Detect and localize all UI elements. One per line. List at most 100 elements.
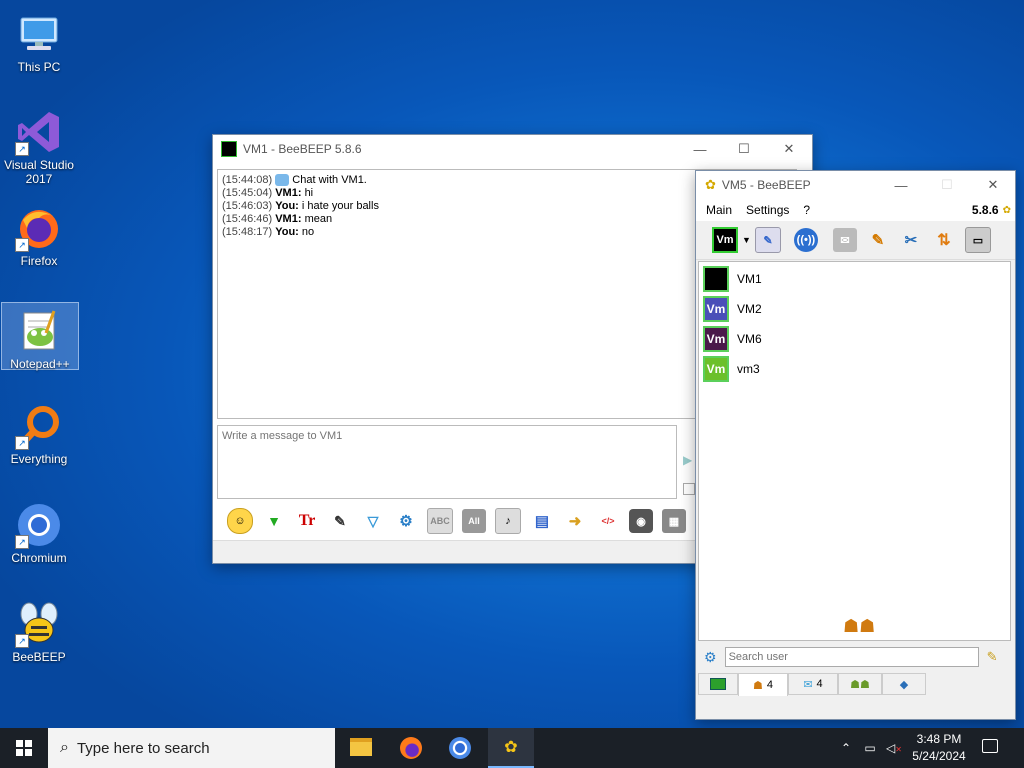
emoticon-icon[interactable]: ☺ bbox=[227, 508, 253, 534]
status-avatar[interactable]: Vm bbox=[712, 227, 738, 253]
chevron-down-icon[interactable]: ▼ bbox=[742, 235, 751, 245]
taskbar-beebeep[interactable]: ✿ bbox=[488, 728, 534, 768]
desktop-icon-this-pc[interactable]: This PC bbox=[1, 6, 77, 74]
close-button[interactable]: ✕ bbox=[970, 171, 1016, 199]
webcam-icon[interactable]: ◉ bbox=[629, 509, 653, 533]
gear-icon[interactable]: ⚙ bbox=[704, 649, 717, 666]
message-icon[interactable]: ✉ bbox=[832, 228, 857, 252]
list-item-vm1[interactable]: VM1 bbox=[699, 264, 1010, 294]
maximize-button[interactable]: ☐ bbox=[924, 171, 970, 199]
shortcut-arrow-icon: ↗ bbox=[15, 535, 29, 549]
version-label: 5.8.6 bbox=[971, 203, 999, 217]
color-icon[interactable]: ✎ bbox=[328, 509, 352, 533]
enter-sends-checkbox[interactable] bbox=[683, 483, 695, 495]
message-time: (15:46:46) bbox=[222, 213, 273, 225]
write-icon[interactable]: ✎ bbox=[866, 228, 890, 252]
main-window-titlebar[interactable]: ✿ VM5 - BeeBEEP — ☐ ✕ bbox=[696, 171, 1015, 199]
tab-users[interactable]: ☗ 4 bbox=[738, 673, 788, 696]
taskbar-file-explorer[interactable] bbox=[350, 738, 372, 756]
groups-icon: ☗☗ bbox=[850, 678, 870, 691]
html-icon[interactable]: </> bbox=[596, 509, 620, 533]
menu-settings[interactable]: Settings bbox=[746, 203, 789, 217]
notepad-plus-plus-icon bbox=[16, 307, 64, 355]
user-name: vm3 bbox=[737, 362, 760, 376]
hide-panel-icon[interactable]: ▼ bbox=[262, 509, 286, 533]
send-folder-icon[interactable]: ➜ bbox=[563, 509, 587, 533]
taskbar-chromium[interactable] bbox=[449, 737, 471, 759]
menu-help[interactable]: ? bbox=[803, 203, 810, 217]
desktop-icon-everything[interactable]: ↗ Everything bbox=[1, 398, 77, 466]
desktop-icon-label: This PC bbox=[17, 60, 61, 74]
update-icon[interactable]: ⇅ bbox=[932, 228, 956, 252]
network-tray-icon[interactable]: ▭ bbox=[862, 740, 878, 756]
desktop-icon-label: Chromium bbox=[11, 551, 67, 565]
clear-chat-icon[interactable]: ▦ bbox=[662, 509, 686, 533]
clock[interactable]: 3:48 PM 5/24/2024 bbox=[905, 731, 973, 765]
bee-small-icon: ✿ bbox=[1002, 204, 1011, 216]
message-input[interactable] bbox=[217, 425, 677, 499]
user-name: VM1 bbox=[737, 272, 762, 286]
chevron-up-icon[interactable]: ⌃ bbox=[838, 740, 854, 756]
desktop-icon-label: Firefox bbox=[20, 254, 58, 268]
firefox-icon: ↗ bbox=[15, 204, 63, 252]
users-group-icon: ☗☗ bbox=[843, 616, 876, 636]
message-text: i hate your balls bbox=[301, 200, 379, 212]
chat-window-titlebar[interactable]: VM1 - BeeBEEP 5.8.6 — ☐ ✕ bbox=[213, 135, 812, 163]
desktop-icon-notepad-plus-plus[interactable]: Notepad++ bbox=[1, 302, 79, 371]
chat-toolbar: ☺ ▼ Tr ✎ ▽ ⚙ ABC All ♪ ▤ ➜ </> ◉ ▦ bbox=[227, 508, 695, 534]
network-icon[interactable]: ((•)) bbox=[793, 228, 818, 252]
settings-gear-icon[interactable]: ⚙ bbox=[394, 509, 418, 533]
avatar: Vm bbox=[703, 326, 729, 352]
clear-search-icon[interactable]: ✎ bbox=[987, 649, 998, 665]
save-chat-icon[interactable]: All bbox=[462, 509, 486, 533]
list-item-vm6[interactable]: Vm VM6 bbox=[699, 324, 1010, 354]
taskbar-search-box[interactable]: ⌕ Type here to search bbox=[48, 728, 335, 768]
desktop-icon-firefox[interactable]: ↗ Firefox bbox=[1, 200, 77, 268]
spellcheck-icon[interactable]: ABC bbox=[427, 508, 453, 534]
tab-home[interactable] bbox=[698, 673, 738, 695]
send-icon[interactable]: ▶ bbox=[683, 453, 692, 467]
desktop-icon-chromium[interactable]: ↗ Chromium bbox=[1, 497, 77, 565]
taskbar-firefox[interactable] bbox=[400, 737, 422, 759]
close-button[interactable]: ✕ bbox=[766, 135, 812, 163]
shortcut-arrow-icon: ↗ bbox=[15, 142, 29, 156]
user-list[interactable]: VM1 Vm VM2 Vm VM6 Vm vm3 ☗☗ bbox=[698, 261, 1011, 641]
search-input[interactable] bbox=[724, 647, 979, 667]
users-icon: ☗ bbox=[753, 679, 763, 692]
search-icon: ⌕ bbox=[60, 739, 69, 756]
message-sender: VM1: bbox=[275, 213, 302, 225]
start-button[interactable] bbox=[0, 728, 48, 768]
send-file-icon[interactable]: ▤ bbox=[530, 509, 554, 533]
font-icon[interactable]: Tr bbox=[295, 509, 319, 533]
message-text: Chat with VM1. bbox=[292, 174, 367, 186]
profile-edit-icon[interactable]: ✎ bbox=[754, 227, 781, 253]
notification-icon[interactable] bbox=[982, 739, 998, 753]
list-item-vm2[interactable]: Vm VM2 bbox=[699, 294, 1010, 324]
minimize-button[interactable]: — bbox=[677, 135, 723, 163]
menu-bar: Main Settings ? 5.8.6 ✿ bbox=[696, 199, 1015, 221]
list-item-vm3[interactable]: Vm vm3 bbox=[699, 354, 1010, 384]
desktop-icon-label: Visual Studio 2017 bbox=[4, 158, 74, 186]
trash-icon[interactable]: ▭ bbox=[964, 227, 991, 253]
tab-shares[interactable]: ◆ bbox=[882, 673, 926, 695]
message-sender: You: bbox=[275, 200, 299, 212]
tools-icon[interactable]: ✂ bbox=[899, 228, 923, 252]
message-text: mean bbox=[304, 213, 333, 225]
message-time: (15:45:04) bbox=[222, 187, 273, 199]
windows-logo-icon bbox=[16, 740, 32, 756]
menu-main[interactable]: Main bbox=[706, 203, 732, 217]
message-text: no bbox=[301, 226, 315, 238]
desktop-icon-beebeep[interactable]: ↗ BeeBEEP bbox=[1, 596, 77, 664]
filter-icon[interactable]: ▽ bbox=[361, 509, 385, 533]
minimize-button[interactable]: — bbox=[878, 171, 924, 199]
desktop-icon-label: Everything bbox=[10, 452, 68, 466]
tab-groups[interactable]: ☗☗ bbox=[838, 673, 882, 695]
volume-muted-icon[interactable]: ◁✕ bbox=[886, 740, 902, 756]
maximize-button[interactable]: ☐ bbox=[721, 135, 767, 163]
taskbar: ⌕ Type here to search ✿ ⌃ ▭ ◁✕ 3:48 PM 5… bbox=[0, 728, 1024, 768]
tab-chats[interactable]: ✉ 4 bbox=[788, 673, 838, 695]
desktop-icon-visual-studio[interactable]: ↗ Visual Studio 2017 bbox=[1, 104, 77, 186]
share-screen-icon[interactable]: ♪ bbox=[495, 508, 521, 534]
search-bar: ⚙ ✎ bbox=[696, 643, 1015, 671]
tab-label: 4 bbox=[816, 678, 823, 690]
